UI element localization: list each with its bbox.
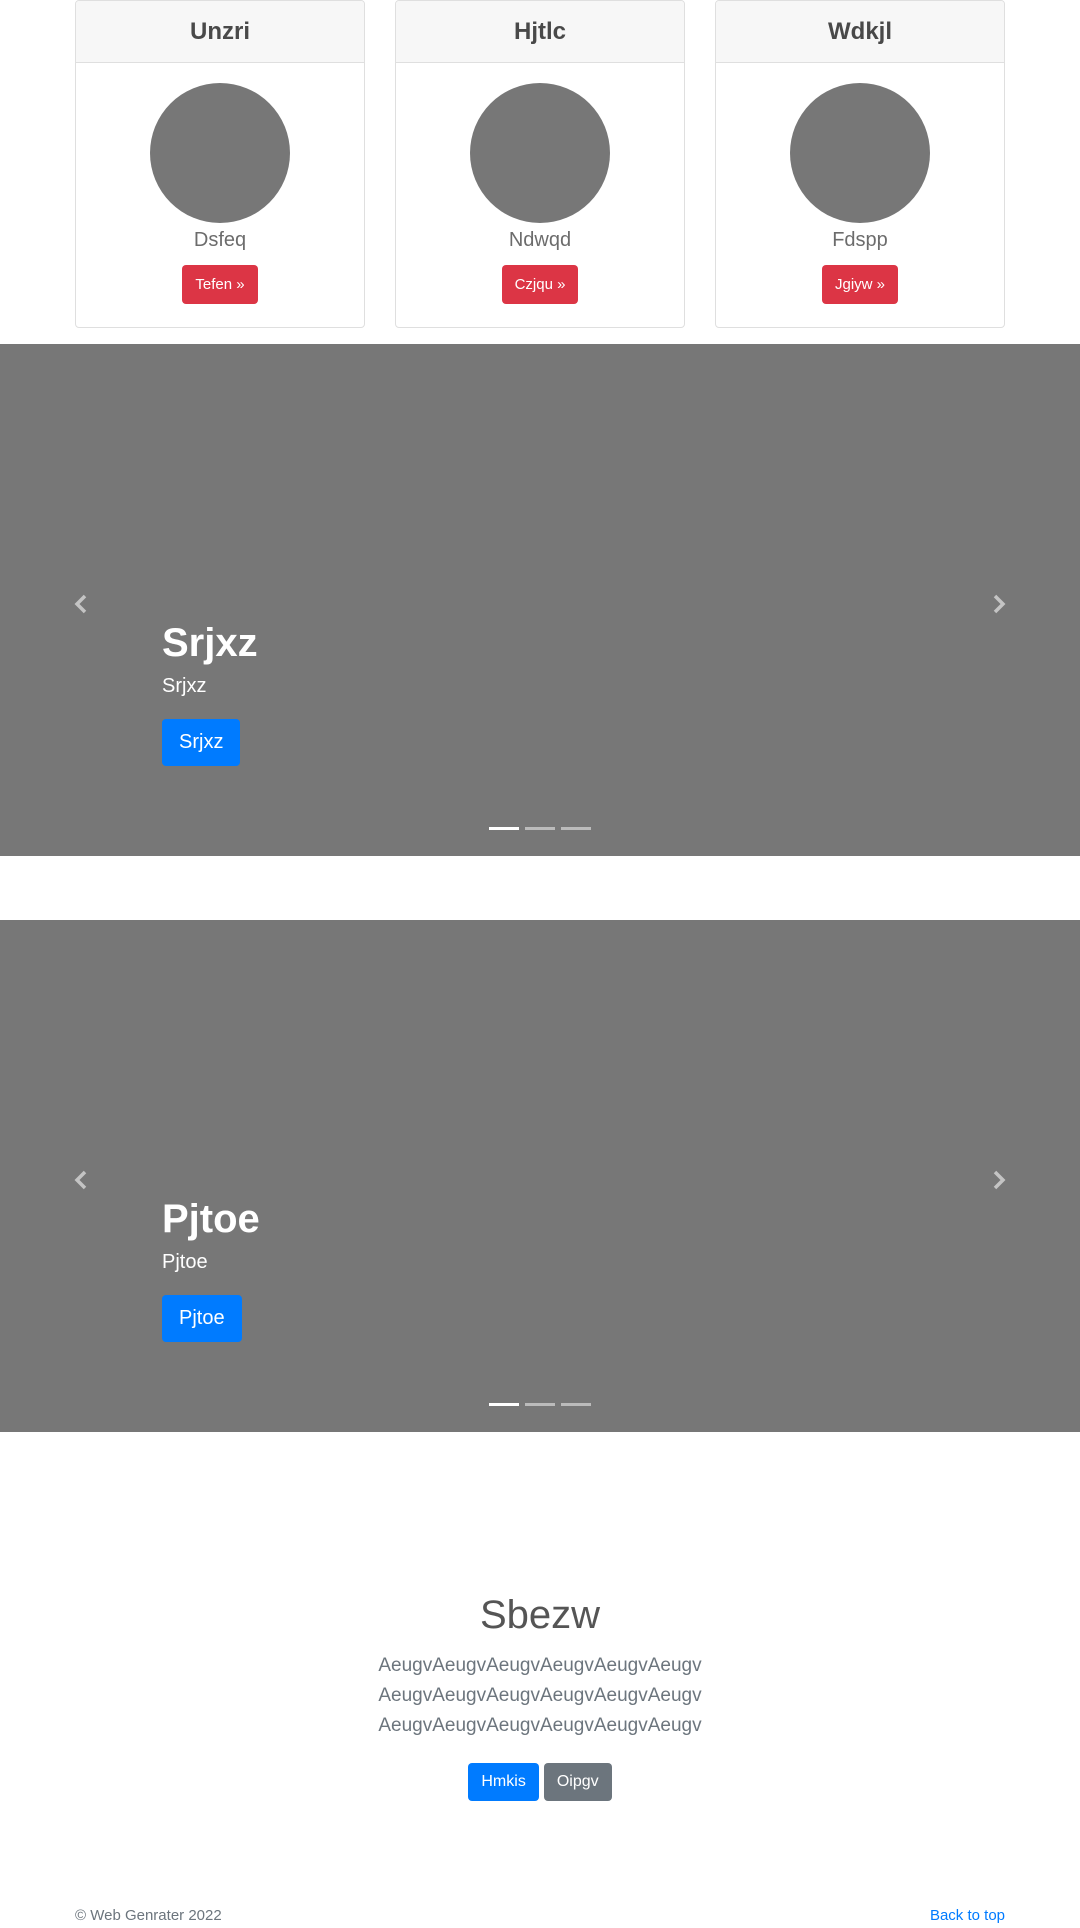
chevron-left-icon [74,594,87,614]
card-header: Hjtlc [396,1,684,63]
footer: © Web Genrater 2022 Back to top [75,1906,1005,1926]
avatar [790,83,930,223]
chevron-right-icon [993,1170,1006,1190]
card-action-button[interactable]: Tefen » [182,265,258,304]
card-unzri: Unzri Dsfeq Tefen » [75,0,365,328]
jumbotron-text: AeugvAeugvAeugvAeugvAeugvAeugv AeugvAeug… [0,1651,1080,1741]
chevron-left-icon [74,1170,87,1190]
jumbotron-buttons: Hmkis Oipgv [0,1763,1080,1801]
carousel-next-button[interactable] [984,1160,1014,1200]
card-header: Wdkjl [716,1,1004,63]
carousel-cta-button[interactable]: Pjtoe [162,1295,242,1342]
card-name: Fdspp [832,229,888,251]
carousel-2: Pjtoe Pjtoe Pjtoe [0,920,1080,1432]
primary-button[interactable]: Hmkis [468,1763,539,1801]
carousel-caption: Srjxz Srjxz Srjxz [162,619,258,766]
carousel-1: Srjxz Srjxz Srjxz [0,344,1080,856]
copyright-text: © Web Genrater 2022 [75,1907,222,1924]
carousel-indicator-1[interactable] [489,827,519,830]
jumbotron-line: AeugvAeugvAeugvAeugvAeugvAeugv [378,1655,702,1676]
carousel-indicators [489,827,591,830]
carousel-indicator-3[interactable] [561,827,591,830]
jumbotron-line: AeugvAeugvAeugvAeugvAeugvAeugv [378,1685,702,1706]
carousel-indicator-3[interactable] [561,1403,591,1406]
carousel-next-button[interactable] [984,584,1014,624]
card-wdkjl: Wdkjl Fdspp Jgiyw » [715,0,1005,328]
jumbotron-line: AeugvAeugvAeugvAeugvAeugvAeugv [378,1715,702,1736]
carousel-text: Srjxz [162,675,207,697]
card-hjtlc: Hjtlc Ndwqd Czjqu » [395,0,685,328]
card-action-button[interactable]: Jgiyw » [821,265,899,304]
card-name: Dsfeq [193,229,247,251]
card-action-button[interactable]: Czjqu » [501,265,579,304]
chevron-right-icon [993,594,1006,614]
jumbotron-title: Sbezw [479,1593,601,1637]
carousel-title: Srjxz [162,621,258,665]
card-name: Ndwqd [508,229,572,251]
carousel-indicator-1[interactable] [489,1403,519,1406]
avatar [150,83,290,223]
carousel-indicators [489,1403,591,1406]
secondary-button[interactable]: Oipgv [543,1763,612,1801]
carousel-caption: Pjtoe Pjtoe Pjtoe [162,1195,260,1342]
card-header: Unzri [76,1,364,63]
jumbotron: Sbezw AeugvAeugvAeugvAeugvAeugvAeugv Aeu… [0,1590,1080,1801]
carousel-indicator-2[interactable] [525,827,555,830]
carousel-prev-button[interactable] [66,584,96,624]
avatar [470,83,610,223]
carousel-prev-button[interactable] [66,1160,96,1200]
carousel-indicator-2[interactable] [525,1403,555,1406]
card-row: Unzri Dsfeq Tefen » Hjtlc Ndwqd Czjqu » … [75,0,1005,328]
carousel-title: Pjtoe [162,1197,260,1241]
carousel-text: Pjtoe [162,1251,208,1273]
back-to-top-link[interactable]: Back to top [930,1906,1005,1926]
carousel-cta-button[interactable]: Srjxz [162,719,241,766]
